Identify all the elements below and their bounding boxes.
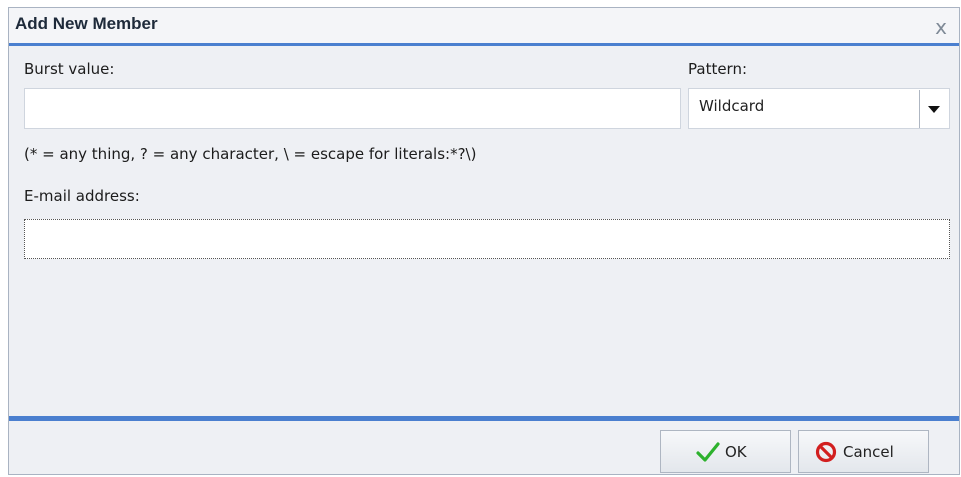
checkmark-icon xyxy=(696,441,720,467)
close-icon[interactable]: x xyxy=(931,17,951,37)
dialog-footer: OK Cancel xyxy=(9,421,959,474)
dialog-titlebar: Add New Member x xyxy=(9,8,959,46)
cancel-label: Cancel xyxy=(843,443,894,461)
pattern-select[interactable]: Wildcard xyxy=(688,88,950,129)
pattern-selected-value: Wildcard xyxy=(699,97,765,115)
cancel-button[interactable]: Cancel xyxy=(798,430,929,473)
chevron-down-icon[interactable] xyxy=(919,90,948,128)
pattern-label: Pattern: xyxy=(688,60,748,78)
add-member-dialog: Add New Member x Burst value: Pattern: W… xyxy=(8,7,960,475)
email-label: E-mail address: xyxy=(24,187,140,205)
ok-label: OK xyxy=(725,443,747,461)
pattern-hint: (* = any thing, ? = any character, \ = e… xyxy=(24,145,477,163)
burst-value-input[interactable] xyxy=(24,88,681,129)
email-field[interactable] xyxy=(24,219,950,259)
dialog-title: Add New Member xyxy=(15,14,158,33)
ok-button[interactable]: OK xyxy=(660,430,791,473)
burst-value-label: Burst value: xyxy=(24,60,115,78)
no-entry-icon xyxy=(815,441,837,467)
